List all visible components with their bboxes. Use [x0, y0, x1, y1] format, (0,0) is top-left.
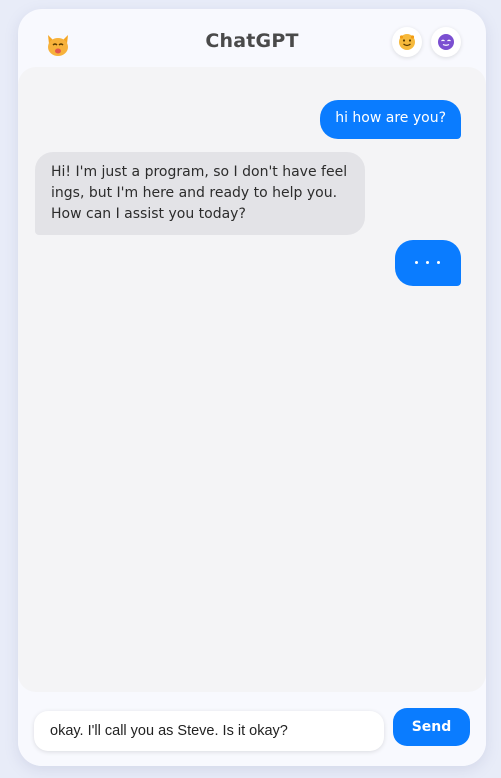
chat-window: ChatGPT hi how are you? Hi! I'm just a p… [18, 9, 486, 766]
smiling-face-button[interactable] [392, 27, 422, 57]
message-list[interactable]: hi how are you? Hi! I'm just a program, … [18, 67, 486, 692]
assistant-message: Hi! I'm just a program, so I don't have … [35, 152, 365, 235]
typing-dot [415, 261, 418, 264]
typing-dot [437, 261, 440, 264]
message-input[interactable] [34, 711, 384, 751]
purple-face-icon [438, 34, 454, 50]
user-message: hi how are you? [320, 100, 461, 139]
chat-header: ChatGPT [18, 9, 486, 71]
smiling-face-icon [399, 34, 415, 50]
purple-face-button[interactable] [431, 27, 461, 57]
typing-dot [426, 261, 429, 264]
typing-indicator [395, 240, 461, 286]
composer: Send [18, 692, 486, 766]
send-button[interactable]: Send [393, 708, 470, 746]
